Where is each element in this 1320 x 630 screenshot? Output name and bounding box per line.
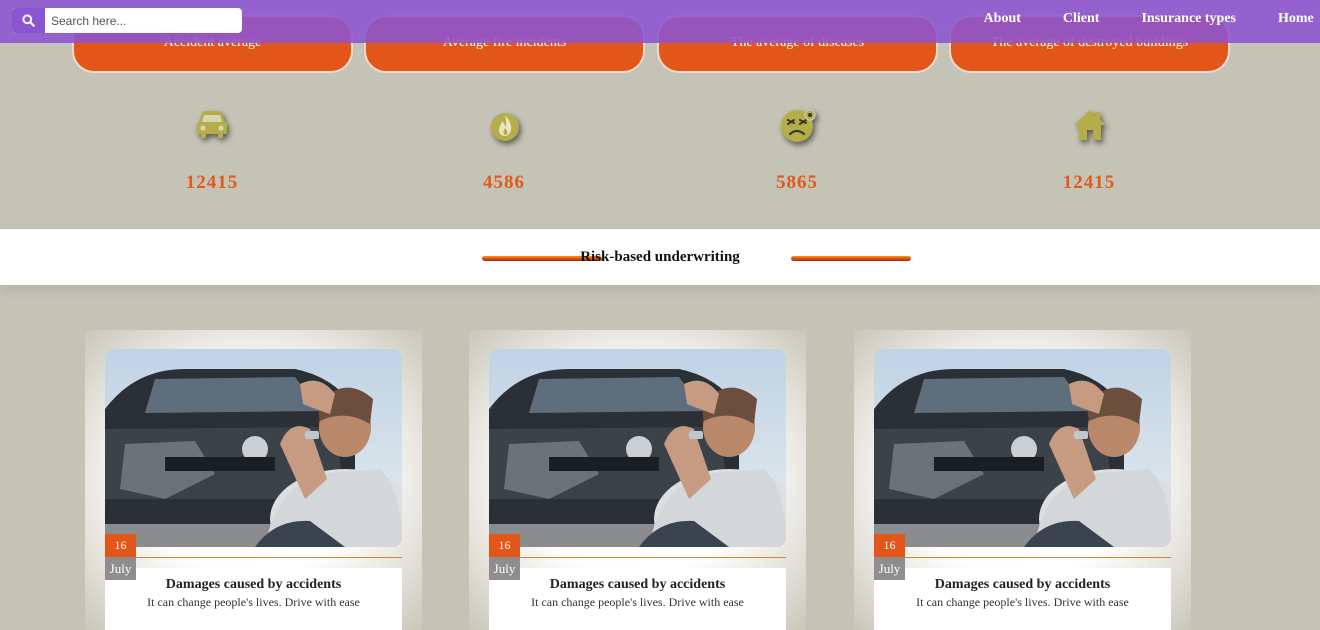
article-title[interactable]: Damages caused by accidents bbox=[874, 577, 1171, 593]
search-box bbox=[12, 8, 242, 33]
search-icon bbox=[22, 14, 35, 27]
divider bbox=[874, 557, 1171, 558]
search-input[interactable] bbox=[45, 8, 240, 33]
stat-value-buildings: 12415 bbox=[1062, 172, 1116, 193]
nav-link-home[interactable]: Home bbox=[1278, 11, 1320, 27]
home-icon bbox=[1070, 105, 1110, 145]
section-header-band: Risk-based underwriting bbox=[0, 229, 1320, 285]
date-month-badge: July bbox=[489, 557, 520, 580]
stat-value-fire: 4586 bbox=[483, 172, 525, 193]
article-card[interactable]: 16 Damages caused by accidents It can ch… bbox=[854, 330, 1191, 630]
article-title[interactable]: Damages caused by accidents bbox=[105, 577, 402, 593]
search-button[interactable] bbox=[12, 8, 45, 33]
nav-links: About Client Insurance types Home bbox=[984, 0, 1320, 38]
article-photo bbox=[105, 349, 402, 547]
nav-link-about[interactable]: About bbox=[984, 11, 1021, 27]
car-icon bbox=[192, 105, 232, 145]
date-day-badge: 16 bbox=[874, 534, 905, 557]
divider bbox=[489, 557, 786, 558]
section-title: Risk-based underwriting bbox=[580, 249, 740, 265]
article-title[interactable]: Damages caused by accidents bbox=[489, 577, 786, 593]
nav-link-client[interactable]: Client bbox=[1063, 11, 1100, 27]
stat-value-accident: 12415 bbox=[185, 172, 239, 193]
article-card[interactable]: 16 Damages caused by accidents It can ch… bbox=[469, 330, 806, 630]
top-navbar: About Client Insurance types Home bbox=[0, 0, 1320, 43]
stat-value-diseases: 5865 bbox=[776, 172, 818, 193]
date-day-badge: 16 bbox=[105, 534, 136, 557]
date-day-badge: 16 bbox=[489, 534, 520, 557]
sick-face-icon bbox=[778, 105, 818, 145]
date-month-badge: July bbox=[874, 557, 905, 580]
article-subtitle: It can change people's lives. Drive with… bbox=[916, 595, 1129, 609]
article-subtitle: It can change people's lives. Drive with… bbox=[147, 595, 360, 609]
nav-link-insurance-types[interactable]: Insurance types bbox=[1141, 11, 1236, 27]
fire-icon bbox=[485, 105, 525, 145]
divider bbox=[105, 557, 402, 558]
article-photo bbox=[874, 349, 1171, 547]
date-month-badge: July bbox=[105, 557, 136, 580]
article-subtitle: It can change people's lives. Drive with… bbox=[531, 595, 744, 609]
article-card[interactable]: 16 Damages caused by accidents It can ch… bbox=[85, 330, 422, 630]
article-photo bbox=[489, 349, 786, 547]
title-decoration-right bbox=[791, 256, 911, 261]
